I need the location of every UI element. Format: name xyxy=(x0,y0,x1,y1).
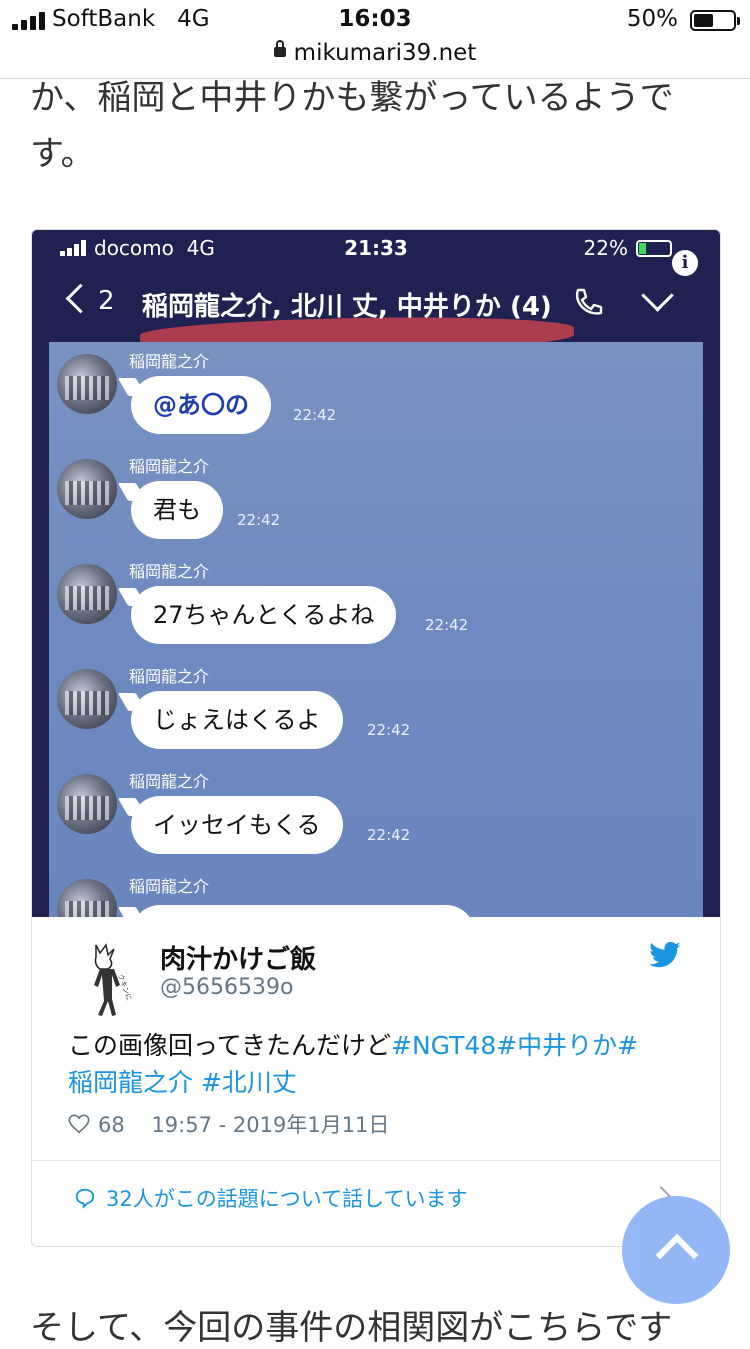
avatar[interactable]: クキンに xyxy=(80,939,136,1019)
discussion-text: 32人がこの話題について話しています xyxy=(106,1187,468,1211)
chat-title: 稲岡龍之介, 北川 丈, 中井りか (4) xyxy=(142,292,552,322)
tweet-embed[interactable]: docomo 4G 21:33 22% 2 稲岡龍之介, 北川 丈, 中井りか … xyxy=(31,229,721,1247)
sender-name: 稲岡龍之介 xyxy=(129,457,210,476)
phone-icon xyxy=(575,288,603,315)
avatar xyxy=(57,774,117,834)
back-count: 2 xyxy=(98,286,115,316)
chat-message: 稲岡龍之介 君も 22:42 xyxy=(49,453,703,557)
message-time: 22:42 xyxy=(293,406,337,424)
tweet-text: この画像回ってきたんだけど#NGT48#中井りか# 稲岡龍之介 #北川丈 xyxy=(68,1027,698,1101)
avatar xyxy=(57,354,117,414)
avatar xyxy=(57,459,117,519)
message-time: 22:42 xyxy=(425,616,469,634)
info-icon[interactable]: i xyxy=(672,250,698,276)
battery-percent: 22% xyxy=(583,236,628,260)
chat-messages: 稲岡龍之介 @あ〇の 22:42 稲岡龍之介 君も 22:42 稲岡龍之介 27… xyxy=(49,342,703,917)
message-bubble: 君も xyxy=(131,481,223,539)
heart-icon[interactable] xyxy=(68,1113,90,1135)
url-text: mikumari39.net xyxy=(293,40,477,66)
message-time: 22:42 xyxy=(367,826,411,844)
chat-message: 稲岡龍之介 @あ〇の 22:42 xyxy=(49,348,703,452)
avatar xyxy=(57,669,117,729)
tweet-author-name[interactable]: 肉汁かけご飯 xyxy=(160,939,316,976)
chat-message: 稲岡龍之介 xyxy=(49,873,703,917)
svg-text:クキンに: クキンに xyxy=(116,973,133,1002)
avatar xyxy=(57,564,117,624)
chat-message: 稲岡龍之介 じょえはくるよ 22:42 xyxy=(49,663,703,767)
sender-name: 稲岡龍之介 xyxy=(129,352,210,371)
hashtag-link[interactable]: 稲岡龍之介 #北川丈 xyxy=(68,1068,297,1097)
sender-name: 稲岡龍之介 xyxy=(129,877,210,896)
scroll-to-top-button[interactable] xyxy=(622,1196,730,1304)
article-text-bottom: そして、今回の事件の相関図がこちらです xyxy=(30,1308,673,1348)
divider xyxy=(32,1160,720,1161)
twitter-bird-icon[interactable] xyxy=(648,941,682,971)
sender-name: 稲岡龍之介 xyxy=(129,667,210,686)
message-time: 22:42 xyxy=(237,511,281,529)
like-count[interactable]: 68 xyxy=(98,1113,125,1137)
avatar xyxy=(57,879,117,917)
article-text: か、稲岡と中井りかも繋がっているようです。 xyxy=(30,78,674,174)
message-bubble xyxy=(131,905,475,917)
tweet-timestamp[interactable]: 19:57 - 2019年1月11日 xyxy=(151,1113,389,1137)
tweet-author-handle[interactable]: @5656539o xyxy=(160,975,293,1000)
tweet-image[interactable]: docomo 4G 21:33 22% 2 稲岡龍之介, 北川 丈, 中井りか … xyxy=(32,230,720,917)
tweet-meta: 68 19:57 - 2019年1月11日 xyxy=(68,1109,389,1139)
status-bar: SoftBank 4G 16:03 50% xyxy=(0,0,750,40)
message-bubble: イッセイもくる xyxy=(131,796,343,854)
message-time: 22:42 xyxy=(367,721,411,739)
hashtag-link[interactable]: #NGT48#中井りか# xyxy=(391,1031,638,1060)
chevron-left-icon xyxy=(65,283,96,314)
battery-percent: 50% xyxy=(626,6,678,32)
chat-header: 2 稲岡龍之介, 北川 丈, 中井りか (4) xyxy=(32,276,720,336)
battery-icon xyxy=(690,10,740,31)
message-bubble: じょえはくるよ xyxy=(131,691,343,749)
battery-icon xyxy=(636,240,672,257)
sender-name: 稲岡龍之介 xyxy=(129,772,210,791)
lock-icon xyxy=(273,39,286,57)
message-bubble: 27ちゃんとくるよね xyxy=(131,586,397,644)
chat-message: 稲岡龍之介 イッセイもくる 22:42 xyxy=(49,768,703,872)
sender-name: 稲岡龍之介 xyxy=(129,562,210,581)
screenshot-status-bar: docomo 4G 21:33 22% xyxy=(32,230,720,268)
chevron-down-icon xyxy=(641,279,674,312)
tweet-card: クキンに 肉汁かけご飯 @5656539o この画像回ってきたんだけど#NGT4… xyxy=(32,917,720,1246)
tweet-text-plain: この画像回ってきたんだけど xyxy=(68,1031,392,1060)
speech-bubble-icon xyxy=(75,1188,95,1209)
message-bubble: @あ〇の xyxy=(131,376,271,434)
discussion-link[interactable]: 32人がこの話題について話しています xyxy=(74,1183,467,1213)
chat-message: 稲岡龍之介 27ちゃんとくるよね 22:42 xyxy=(49,558,703,662)
